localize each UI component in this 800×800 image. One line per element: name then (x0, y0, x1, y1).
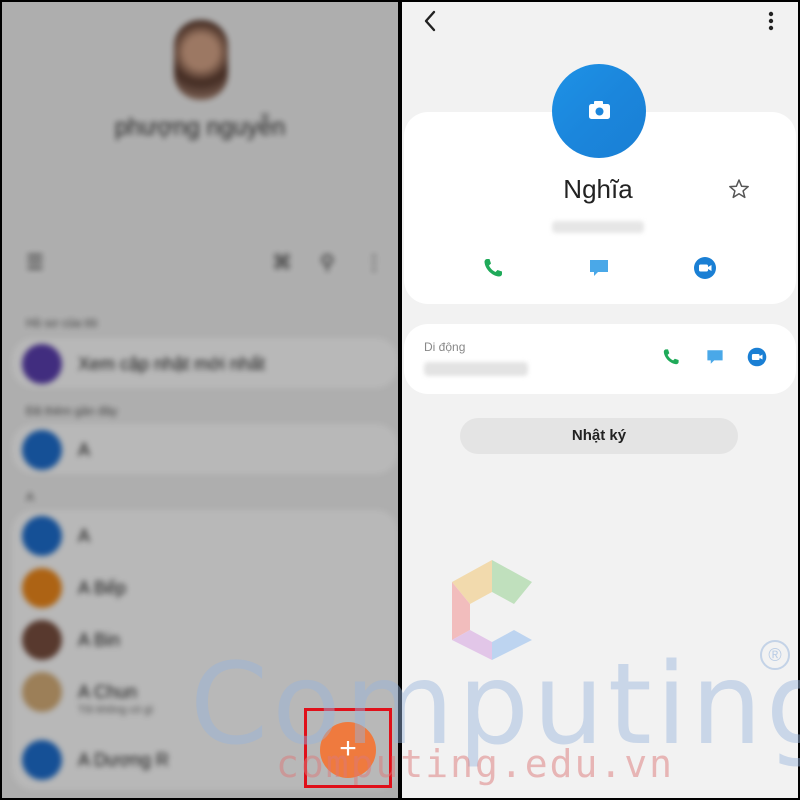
list-item-label: A (78, 440, 91, 460)
mobile-number-card[interactable] (404, 324, 796, 394)
list-item-sublabel: Tôi không có gì (78, 704, 154, 716)
avatar (22, 620, 62, 660)
more-options-icon[interactable] (762, 8, 780, 34)
phone-number-blurred (552, 221, 644, 233)
menu-icon[interactable]: ☰ (26, 250, 44, 275)
list-item-label: A Bin (78, 630, 121, 650)
avatar (22, 740, 62, 780)
list-item[interactable]: A Bếp (22, 564, 392, 612)
mobile-message-icon[interactable] (704, 346, 726, 368)
call-log-button[interactable]: Nhật ký (460, 418, 738, 454)
video-call-icon[interactable] (692, 255, 718, 281)
avatar (22, 430, 62, 470)
avatar (22, 344, 62, 384)
section-label-alpha: A (26, 490, 35, 504)
list-item-label: Xem cập nhật mới nhất (78, 354, 265, 374)
list-item[interactable]: Xem cập nhật mới nhất (22, 340, 392, 388)
call-icon[interactable] (480, 255, 506, 281)
scan-icon[interactable]: ⌘ (272, 250, 292, 275)
avatar (22, 568, 62, 608)
mobile-label: Di động (424, 340, 466, 354)
section-label-me: Hồ sơ của tôi (26, 316, 98, 330)
mobile-call-icon[interactable] (660, 346, 682, 368)
list-item[interactable]: A (22, 426, 392, 474)
contact-photo-avatar[interactable] (552, 64, 646, 158)
favorite-star-icon[interactable] (728, 178, 750, 200)
mobile-number-blurred (424, 362, 528, 376)
search-icon[interactable]: ⚲ (320, 250, 335, 275)
list-item-label: A Dương R (78, 750, 169, 770)
mobile-video-call-icon[interactable] (746, 346, 768, 368)
registered-mark: ® (760, 640, 790, 670)
list-item[interactable]: A (22, 512, 392, 560)
watermark-url: computing.edu.vn (276, 742, 675, 786)
more-icon[interactable]: ⋮ (364, 250, 384, 275)
avatar (22, 672, 62, 712)
list-item-label: A Chun (78, 682, 138, 702)
avatar (22, 516, 62, 556)
section-label-recent: Đã thêm gần đây (26, 404, 118, 418)
camera-icon (589, 101, 610, 119)
message-icon[interactable] (586, 255, 612, 281)
back-icon[interactable] (416, 6, 446, 36)
profile-name: phượng nguyễn (114, 114, 286, 141)
list-item-label: A (78, 526, 91, 546)
list-item-label: A Bếp (78, 578, 127, 598)
profile-avatar[interactable] (174, 20, 228, 100)
